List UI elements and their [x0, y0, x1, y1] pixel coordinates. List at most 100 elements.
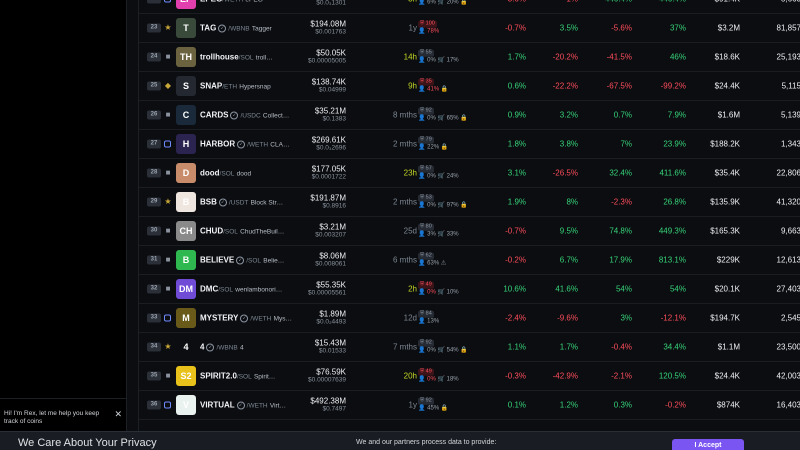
token-name[interactable]: EPEG/WETH ePEG: [200, 0, 318, 4]
rank-badge: 22: [147, 0, 161, 4]
chain-icon[interactable]: ■: [164, 169, 172, 177]
change-6h: -2.3%: [611, 197, 632, 207]
star-icon[interactable]: ★: [164, 343, 172, 351]
change-24h: 34.4%: [663, 342, 686, 352]
chain-icon[interactable]: ■: [164, 227, 172, 235]
rank-badge: 31: [147, 255, 161, 265]
token-pair: /SOL: [223, 228, 238, 236]
buy-pct: 18%: [446, 377, 459, 384]
token-price: $0.01533: [318, 347, 346, 355]
token-name[interactable]: CARDS ✓/USDC Collect…: [200, 111, 318, 120]
table-row[interactable]: 27 H HARBOR ✓/WETH CLA… $269.61K $0.0₃2696 2 m…: [139, 130, 800, 159]
chain-icon[interactable]: ■: [164, 111, 172, 119]
change-5m: 1.1%: [507, 342, 526, 352]
token-name[interactable]: HARBOR ✓/WETH CLA…: [200, 140, 318, 149]
audit-cell[interactable]: ⛨ 92 👤 45% 🔒: [418, 397, 478, 414]
volume: $3.2M: [717, 23, 740, 33]
holders-icon: 👤: [418, 116, 428, 123]
token-name[interactable]: DMC/SOL wenlambonori…: [200, 285, 318, 294]
token-name[interactable]: BSB ✓/USDT Block Str…: [200, 198, 318, 207]
star-icon[interactable]: ★: [164, 198, 172, 206]
holders-pct: 0%: [427, 290, 436, 297]
holders-icon: 👤: [418, 58, 428, 65]
verified-icon: ✓: [218, 24, 227, 33]
table-row[interactable]: 35 ■ S2 SPIRIT2.0/SOL Spirit… $76.59K $0.0000…: [139, 362, 800, 391]
token-name[interactable]: CHUD/SOL ChudTheBuil…: [200, 227, 318, 236]
table-row[interactable]: 25 ◆ S SNAP/ETH Hypersnap $138.74K $0.04999 9h…: [139, 72, 800, 101]
chain-icon[interactable]: ■: [164, 285, 172, 293]
audit-score: 49: [425, 368, 432, 375]
table-row[interactable]: 24 ■ TH trollhouse/SOL troll… $50.05K $0.0000…: [139, 43, 800, 72]
audit-cell[interactable]: ⛨ 92 👤 0% 🛒 54% 🔒: [418, 339, 478, 356]
table-row[interactable]: 26 ■ C CARDS ✓/USDC Collect… $35.21M $0.1383 8 …: [139, 101, 800, 130]
table-row[interactable]: 29 ★ B BSB ✓/USDT Block Str… $191.87M $0.8916 2…: [139, 188, 800, 217]
chain-icon[interactable]: ■: [164, 256, 172, 264]
rank-badge: 23: [147, 23, 161, 33]
watch-icon[interactable]: [164, 401, 171, 409]
rank-badge: 29: [147, 197, 161, 207]
table-row[interactable]: 22EPEPEG/WETH ePEG$130.2K$0.0₃13013h⛨ 65…: [139, 0, 800, 14]
token-name[interactable]: SPIRIT2.0/SOL Spirit…: [200, 372, 318, 381]
token-name[interactable]: trollhouse/SOL troll…: [200, 53, 318, 62]
audit-cell[interactable]: ⛨ 84 👤 13%: [418, 310, 478, 327]
buy-icon: 🛒: [437, 203, 447, 210]
audit-cell[interactable]: ⛨ 80 👤 3% 🛒 33%: [418, 223, 478, 240]
audit-score-badge: ⛨ 80: [418, 223, 434, 232]
buy-pct: 17%: [446, 58, 459, 65]
volume: $229K: [716, 255, 740, 265]
buy-pct: 10%: [446, 290, 459, 297]
token-name[interactable]: TAG ✓/WBNB Tagger: [200, 24, 318, 33]
watch-icon[interactable]: [164, 0, 171, 3]
star-icon[interactable]: ★: [164, 24, 172, 32]
market-cap-cell: $138.74K $0.04999: [312, 78, 346, 95]
table-row[interactable]: 31 ■ B BELIEVE ✓/SOL Belie… $8.06M $0.008061 6 …: [139, 246, 800, 275]
token-name[interactable]: MYSTERY ✓/WETH Mys…: [200, 314, 318, 323]
volume: $20.1K: [714, 284, 740, 294]
token-name[interactable]: VIRTUAL ✓/WETH Virt…: [200, 401, 318, 410]
token-name[interactable]: dood/SOL dood: [200, 169, 318, 178]
gem-icon[interactable]: ◆: [164, 82, 172, 90]
token-symbol: SPIRIT2.0: [200, 371, 237, 381]
audit-cell[interactable]: ⛨ 62 👤 63% ⚠: [418, 252, 478, 269]
table-row[interactable]: 30 ■ CH CHUD/SOL ChudTheBuil… $3.21M $0.00320…: [139, 217, 800, 246]
table-row[interactable]: 28 ■ Ddood/SOL dood $177.05K $0.0001722 23h ⛨ …: [139, 159, 800, 188]
audit-cell[interactable]: ⛨ 49 👤 0% 🛒 10%: [418, 281, 478, 298]
token-pair: /ETH: [222, 83, 238, 91]
token-name[interactable]: BELIEVE ✓/SOL Belie…: [200, 256, 318, 265]
table-row[interactable]: 36 V VIRTUAL ✓/WETH Virt… $492.38M $0.7497 1y ⛨…: [139, 391, 800, 420]
audit-cell[interactable]: ⛨ 65👤 6% 🛒 20% 🔒: [418, 0, 478, 7]
watch-icon[interactable]: [164, 314, 171, 322]
audit-cell[interactable]: ⛨ 35 👤 41% 🔒: [418, 78, 478, 95]
audit-cell[interactable]: ⛨ 53 👤 0% 🛒 97% 🔒: [418, 194, 478, 211]
transactions: 22,806: [776, 168, 800, 178]
change-1h: 1.2%: [559, 400, 578, 410]
close-icon[interactable]: ✕: [114, 409, 122, 421]
transactions: 9,663: [780, 226, 800, 236]
token-symbol: TAG: [200, 23, 217, 33]
watch-icon[interactable]: [164, 140, 171, 148]
audit-cell[interactable]: ⛨ 57 👤 0% 🛒 24%: [418, 165, 478, 182]
table-row[interactable]: 34 ★ 4 4 ✓/WBNB 4 $15.43M $0.01533 7 mths ⛨ 92 👤 …: [139, 333, 800, 362]
chain-icon[interactable]: ■: [164, 372, 172, 380]
audit-cell[interactable]: ⛨ 49 👤 0% 🛒 18%: [418, 368, 478, 385]
table-row[interactable]: 33 M MYSTERY ✓/WETH Mys… $1.89M $0.0₂4493 12d ⛨…: [139, 304, 800, 333]
audit-cell[interactable]: ⛨ 92 👤 0% 🛒 65% 🔒: [418, 107, 478, 124]
token-avatar: DM: [176, 279, 196, 299]
table-row[interactable]: 32 ■ DM DMC/SOL wenlambonori… $55.35K $0.0000…: [139, 275, 800, 304]
audit-cell[interactable]: ⛨ 55 👤 0% 🛒 17%: [418, 49, 478, 66]
token-name[interactable]: 4 ✓/WBNB 4: [200, 343, 318, 352]
accept-button[interactable]: I Accept: [672, 439, 744, 450]
change-1h: 3.5%: [559, 23, 578, 33]
market-cap-cell: $3.21M $0.003207: [315, 223, 346, 240]
token-pair: /USDT: [228, 199, 249, 207]
rank-badge: 25: [147, 81, 161, 91]
audit-cell[interactable]: ⛨ 79 👤 22% 🔒: [418, 136, 478, 153]
token-symbol: CHUD: [200, 226, 224, 236]
token-name[interactable]: SNAP/ETH Hypersnap: [200, 82, 318, 91]
audit-cell[interactable]: ⛨ 100 👤 78%: [418, 20, 478, 37]
audit-score: 49: [425, 281, 432, 288]
table-row[interactable]: 23 ★ T TAG ✓/WBNB Tagger $194.08M $0.001763 1y ⛨…: [139, 14, 800, 43]
audit-score: 57: [425, 165, 432, 172]
chain-icon[interactable]: ■: [164, 53, 172, 61]
change-5m: -0.3%: [505, 371, 526, 381]
